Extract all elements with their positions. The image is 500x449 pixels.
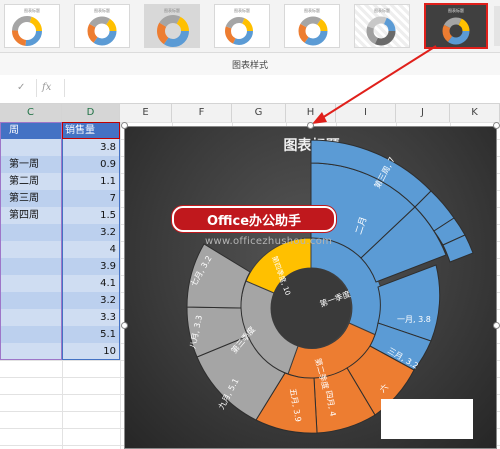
resize-handle-tl[interactable] — [121, 122, 128, 129]
sunburst-chart[interactable]: 图表标题 第三周, 7 二月 一月, 3.8 三月, — [124, 126, 497, 449]
resize-handle-l[interactable] — [121, 322, 128, 329]
watermark-badge-text: Office办公助手 — [206, 214, 302, 229]
resize-handle-r[interactable] — [493, 322, 500, 329]
watermark-badge: Office办公助手 — [172, 206, 336, 232]
occluding-patch — [381, 399, 473, 439]
resize-handle-t[interactable] — [307, 122, 314, 129]
resize-handle-tr[interactable] — [493, 122, 500, 129]
watermark-url: www.officezhushou.com — [205, 236, 333, 247]
label-jan: 一月, 3.8 — [397, 315, 431, 324]
